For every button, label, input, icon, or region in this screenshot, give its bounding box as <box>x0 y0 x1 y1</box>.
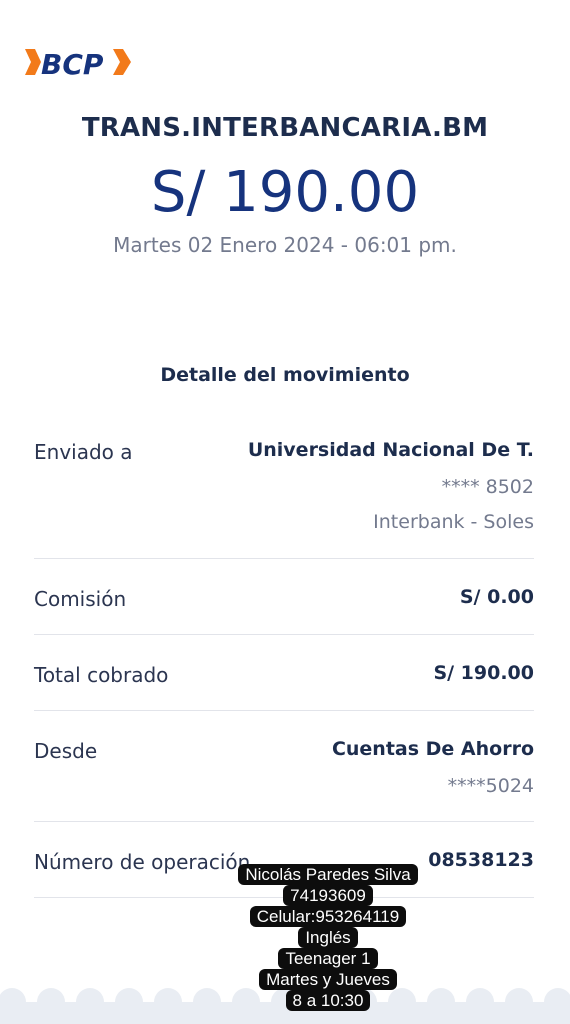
sent-to-recipient: Universidad Nacional De T. <box>247 439 534 461</box>
from-account-number: ****5024 <box>447 775 534 797</box>
total-value: S/ 190.00 <box>433 662 534 684</box>
from-row: Desde Cuentas De Ahorro ****5024 <box>34 736 534 806</box>
total-row: Total cobrado S/ 190.00 <box>34 660 534 690</box>
divider <box>34 821 534 822</box>
from-account-type: Cuentas De Ahorro <box>331 738 534 760</box>
logo-right-chevron <box>113 49 131 75</box>
sticker-line: 74193609 <box>0 885 570 906</box>
bcp-logo: BCP <box>23 44 135 80</box>
sticker-line: Martes y Jueves <box>0 969 570 990</box>
detail-title: Detalle del movimiento <box>160 364 410 386</box>
overlay-note-sticker: Nicolás Paredes Silva 74193609 Celular:9… <box>0 864 570 1011</box>
sticker-line: Nicolás Paredes Silva <box>0 864 570 885</box>
logo-left-chevron <box>25 49 41 75</box>
sticker-line: Inglés <box>0 927 570 948</box>
commission-label: Comisión <box>34 587 127 611</box>
sent-to-row: Enviado a Universidad Nacional De T. ***… <box>34 437 534 547</box>
amount: S/ 190.00 <box>150 160 420 225</box>
sticker-line: 8 a 10:30 <box>0 990 570 1011</box>
sticker-line: Teenager 1 <box>0 948 570 969</box>
commission-value: S/ 0.00 <box>459 586 534 608</box>
sticker-line: Celular:953264119 <box>0 906 570 927</box>
divider <box>34 558 534 559</box>
transaction-type: TRANS.INTERBANCARIA.BM <box>81 113 489 143</box>
sent-to-bank: Interbank - Soles <box>373 511 534 533</box>
divider <box>34 634 534 635</box>
transaction-datetime: Martes 02 Enero 2024 - 06:01 pm. <box>113 233 457 257</box>
logo-text: BCP <box>41 48 104 80</box>
divider <box>34 710 534 711</box>
commission-row: Comisión S/ 0.00 <box>34 584 534 614</box>
from-label: Desde <box>34 739 98 763</box>
sent-to-label: Enviado a <box>34 440 133 464</box>
total-label: Total cobrado <box>34 663 169 687</box>
sent-to-account: **** 8502 <box>441 476 534 498</box>
